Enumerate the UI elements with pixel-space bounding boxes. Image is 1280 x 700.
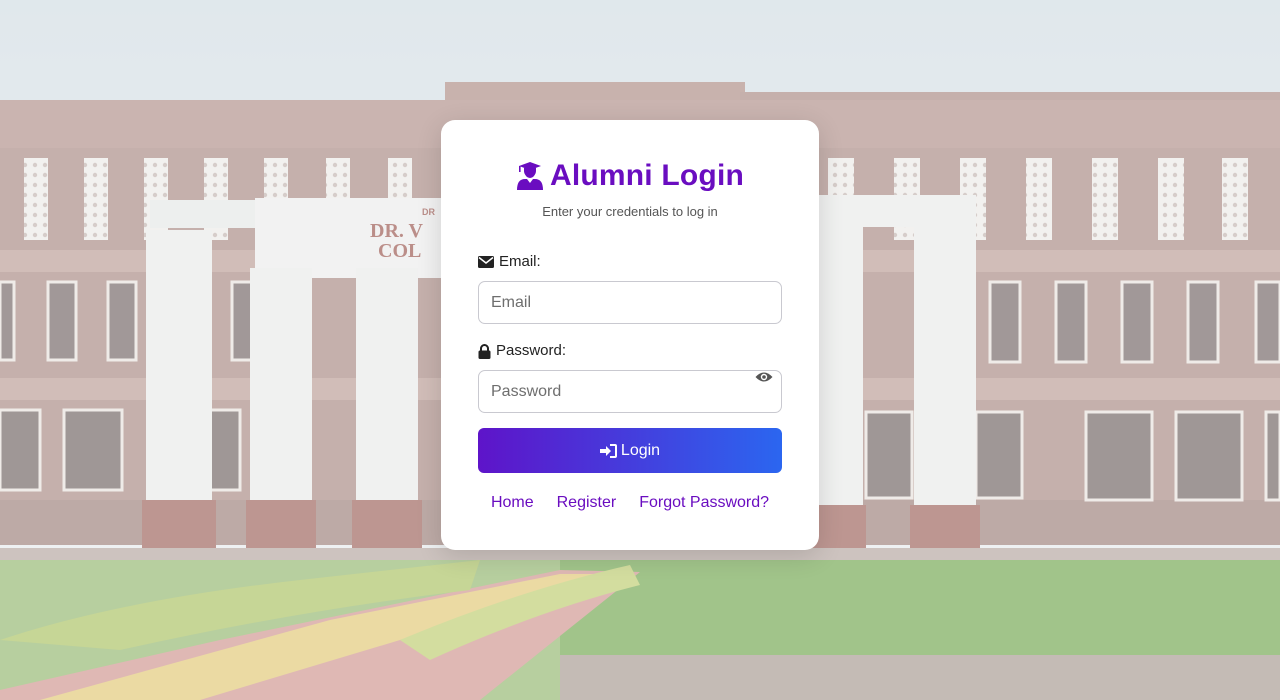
password-label-text: Password: [496, 342, 567, 359]
password-input[interactable] [478, 370, 782, 413]
page-title: Alumni Login [549, 159, 745, 192]
envelope-icon [478, 256, 494, 268]
login-subtitle: Enter your credentials to log in [542, 204, 718, 219]
eye-icon[interactable] [755, 371, 773, 383]
graduate-icon [516, 162, 543, 190]
password-label: Password: [478, 342, 782, 360]
footer-links: Home Register Forgot Password? [478, 494, 782, 512]
email-input[interactable] [478, 281, 782, 324]
login-page: DR. V COL DR Alumni Login Enter your cre… [0, 0, 1280, 700]
email-label-text: Email: [499, 253, 541, 270]
login-card: Alumni Login Enter your credentials to l… [441, 120, 819, 550]
register-link[interactable]: Register [557, 494, 617, 512]
email-label: Email: [478, 253, 782, 271]
forgot-password-link[interactable]: Forgot Password? [639, 494, 769, 512]
login-button-label: Login [620, 441, 661, 459]
home-link[interactable]: Home [491, 494, 534, 512]
login-title-row: Alumni Login [478, 158, 782, 194]
email-field-wrap [478, 281, 782, 324]
sign-in-icon [599, 443, 617, 458]
login-button[interactable]: Login [478, 428, 782, 473]
password-field-wrap [478, 370, 782, 413]
lock-icon [478, 343, 491, 359]
